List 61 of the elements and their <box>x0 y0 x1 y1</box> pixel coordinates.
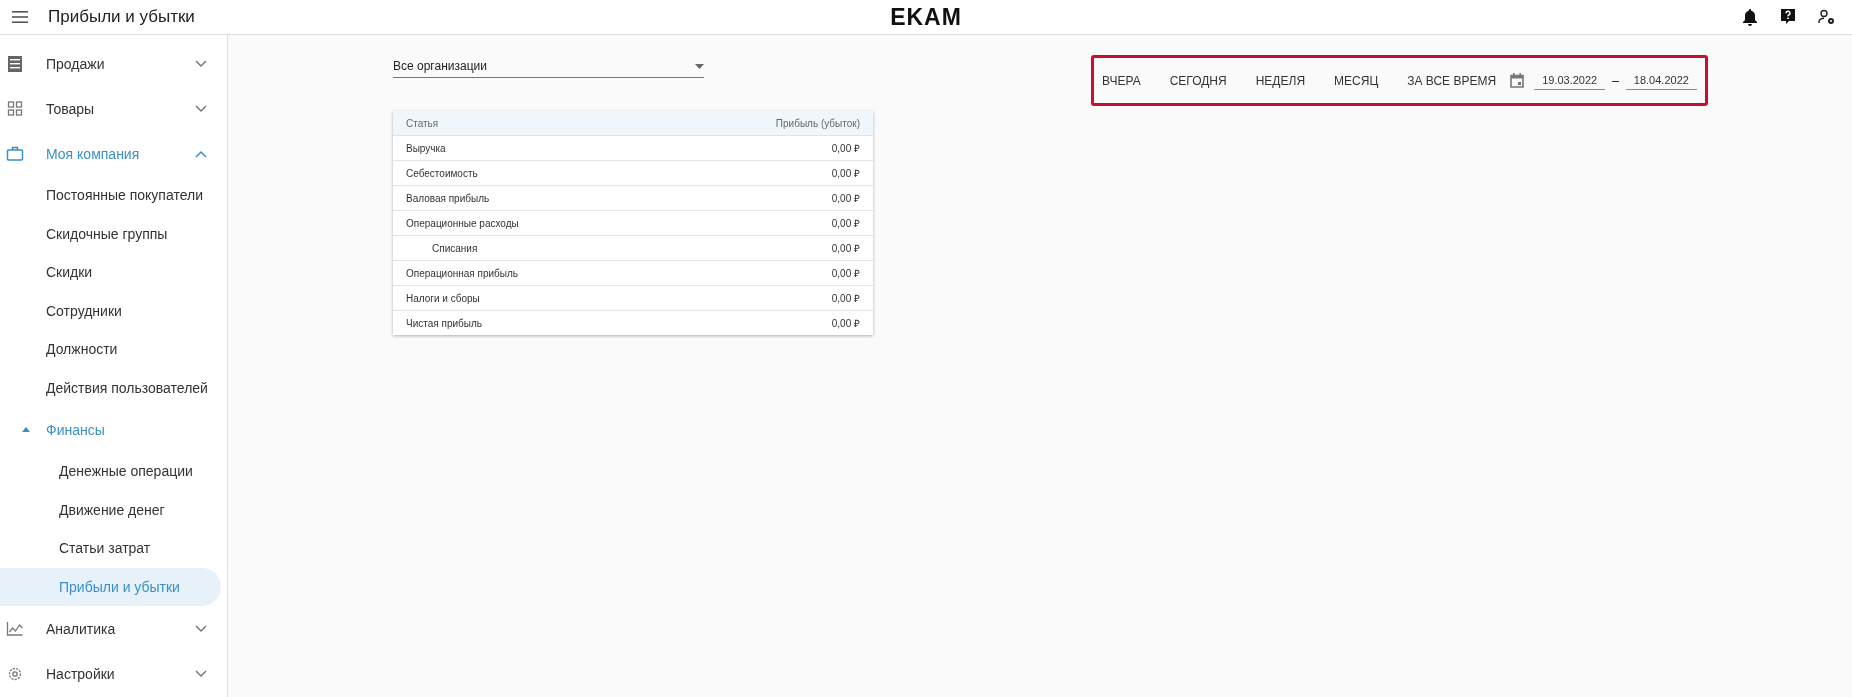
table-cell-text: Списания <box>431 242 478 254</box>
page-title: Прибыли и убытки <box>48 7 195 27</box>
calendar-icon[interactable] <box>1510 73 1525 88</box>
user-settings-icon[interactable] <box>1818 9 1836 25</box>
briefcase-icon <box>6 146 24 161</box>
bell-icon[interactable] <box>1742 8 1758 26</box>
table-cell-text: 0,00 ₽ <box>831 267 860 280</box>
nav-item[interactable]: Продажи <box>0 41 227 86</box>
table-cell-text: 0,00 ₽ <box>831 317 860 330</box>
grid-icon <box>6 101 24 116</box>
table-cell: Налоги и сборы <box>406 292 480 304</box>
triangle-up-icon <box>22 427 30 432</box>
table-cell: Себестоимость <box>406 167 478 179</box>
nav-item[interactable]: Статьи затрат <box>0 529 227 568</box>
nav-item[interactable]: Товары <box>0 86 227 131</box>
settings-icon <box>6 665 24 682</box>
table-cell: Операционная прибыль <box>406 267 519 279</box>
table-cell-text: 0,00 ₽ <box>831 142 860 155</box>
list-icon <box>6 55 24 72</box>
date-from-field[interactable]: 19.03.2022 <box>1534 71 1606 90</box>
table-cell-text: 0,00 ₽ <box>831 167 860 180</box>
table-cell: Операционные расходы <box>406 217 519 229</box>
nav-item[interactable]: Сотрудники <box>0 291 227 330</box>
nav-group[interactable]: Финансы <box>0 407 227 452</box>
table-cell-text: 0,00 ₽ <box>831 292 860 305</box>
chevron-down-icon <box>195 669 207 678</box>
table-cell-text: 0,00 ₽ <box>831 192 860 205</box>
period-button[interactable]: НЕДЕЛЯ <box>1255 67 1306 94</box>
nav-item[interactable]: Движение денег <box>0 490 227 529</box>
nav-item[interactable]: Постоянные покупатели <box>0 176 227 215</box>
table-cell-text: 0,00 ₽ <box>831 217 860 230</box>
nav-item[interactable]: Моя компания <box>0 131 227 176</box>
period-button[interactable]: ЗА ВСЕ ВРЕМЯ <box>1407 67 1497 94</box>
date-separator: – <box>1612 73 1619 88</box>
chevron-down-icon <box>195 104 207 113</box>
table-cell: Валовая прибыль <box>406 192 490 204</box>
period-button[interactable]: СЕГОДНЯ <box>1169 67 1227 94</box>
chevron-down-icon <box>195 59 207 68</box>
table-cell: Чистая прибыль <box>406 317 482 329</box>
chevron-up-icon <box>195 149 207 158</box>
menu-icon[interactable] <box>12 11 28 23</box>
help-icon[interactable] <box>1780 8 1796 26</box>
period-button[interactable]: МЕСЯЦ <box>1334 67 1379 94</box>
date-to-field[interactable]: 18.04.2022 <box>1625 71 1697 90</box>
chart-icon <box>6 621 24 636</box>
nav-item[interactable]: Должности <box>0 330 227 369</box>
nav-item[interactable]: Скидки <box>0 253 227 292</box>
dropdown-arrow-icon <box>695 63 704 69</box>
table-cell: Выручка <box>406 142 446 154</box>
table-cell-text: 0,00 ₽ <box>831 242 860 255</box>
nav-item[interactable]: Денежные операции <box>0 452 227 491</box>
nav-item[interactable]: Действия пользователей <box>0 368 227 407</box>
period-button[interactable]: ВЧЕРА <box>1102 67 1141 94</box>
organization-select[interactable]: Все организации <box>393 49 704 78</box>
column-header: Статья <box>406 117 439 129</box>
nav-item[interactable]: Настройки <box>0 651 227 696</box>
logo[interactable]: EKAM <box>890 3 962 31</box>
column-header: Прибыль (убыток) <box>775 117 860 129</box>
nav-item[interactable]: Скидочные группы <box>0 214 227 253</box>
chevron-down-icon <box>195 624 207 633</box>
nav-item[interactable]: Аналитика <box>0 606 227 651</box>
